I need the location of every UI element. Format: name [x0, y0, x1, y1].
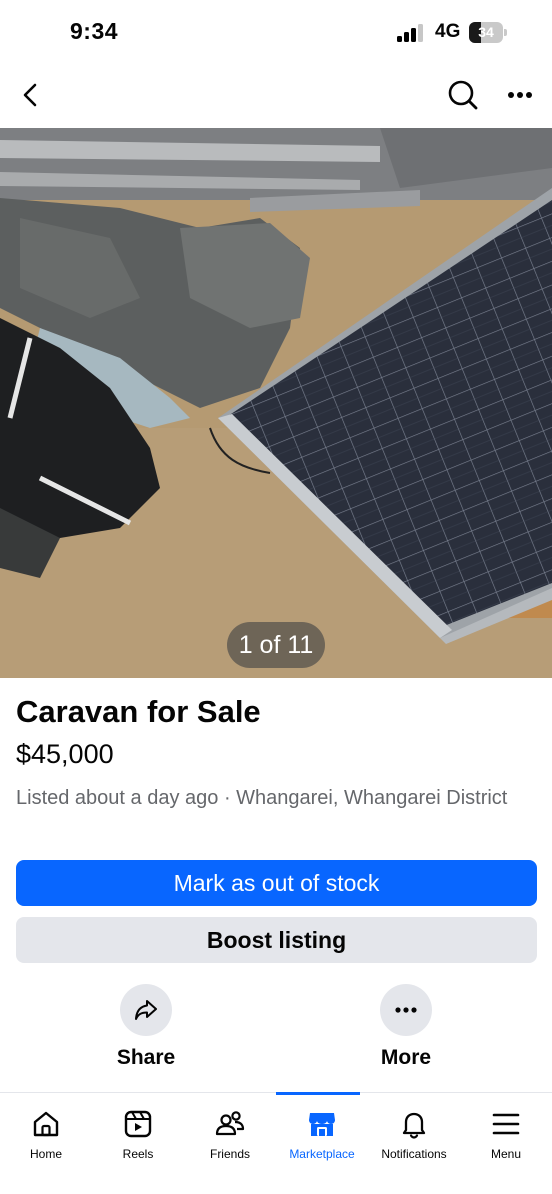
- bell-icon: [402, 1112, 426, 1139]
- share-button[interactable]: Share: [86, 984, 206, 1070]
- share-label: Share: [116, 1046, 176, 1069]
- boost-listing-button[interactable]: Boost listing: [16, 917, 537, 963]
- back-button[interactable]: [10, 74, 52, 116]
- friends-icon: [215, 1111, 245, 1136]
- active-tab-indicator: [276, 1092, 360, 1095]
- tab-reels[interactable]: Reels: [92, 1093, 184, 1173]
- cellular-signal-icon: [397, 24, 427, 42]
- battery-icon: 34: [469, 22, 507, 43]
- search-button[interactable]: [442, 74, 484, 116]
- tab-marketplace[interactable]: Marketplace: [276, 1092, 368, 1173]
- more-label: More: [380, 1046, 432, 1069]
- search-icon: [448, 80, 478, 110]
- top-nav: [0, 64, 552, 126]
- more-horizontal-icon: [395, 1007, 417, 1013]
- listing-meta: Listed about a day ago · Whangarei, Whan…: [16, 787, 508, 809]
- marketplace-icon: [309, 1113, 335, 1136]
- chevron-left-icon: [23, 83, 37, 107]
- listing-photo[interactable]: 1 of 11: [0, 128, 552, 678]
- tab-reels-label: Reels: [122, 1147, 154, 1161]
- listing-photo-image: [0, 128, 552, 678]
- home-icon: [33, 1111, 59, 1137]
- listing-title: Caravan for Sale: [16, 694, 261, 729]
- status-bar: 9:34 4G 34: [0, 0, 552, 64]
- tab-friends-label: Friends: [209, 1147, 250, 1161]
- battery-level: 34: [478, 24, 494, 40]
- tab-notifications[interactable]: Notifications: [368, 1093, 460, 1173]
- photo-counter: 1 of 11: [227, 622, 325, 668]
- tab-friends[interactable]: Friends: [184, 1093, 276, 1173]
- more-horizontal-icon: [508, 92, 532, 98]
- more-button[interactable]: More: [346, 984, 466, 1070]
- menu-icon: [492, 1113, 520, 1135]
- tab-home-label: Home: [29, 1147, 62, 1161]
- tab-notifications-label: Notifications: [381, 1147, 447, 1161]
- tab-menu-label: Menu: [490, 1147, 522, 1161]
- status-time: 9:34: [70, 18, 119, 44]
- share-circle[interactable]: [120, 984, 172, 1036]
- listing-price: $45,000: [16, 739, 114, 769]
- network-type: 4G: [435, 21, 461, 42]
- tab-menu[interactable]: Menu: [460, 1093, 552, 1173]
- share-arrow-icon: [135, 1000, 157, 1020]
- bottom-tab-bar: Home Reels Friends Marketplace Notificat…: [0, 1092, 552, 1194]
- more-circle[interactable]: [380, 984, 432, 1036]
- tab-home[interactable]: Home: [0, 1093, 92, 1173]
- mark-out-of-stock-button[interactable]: Mark as out of stock: [16, 860, 537, 906]
- tab-marketplace-label: Marketplace: [289, 1147, 355, 1161]
- reels-icon: [124, 1110, 152, 1138]
- more-options-button[interactable]: [499, 74, 541, 116]
